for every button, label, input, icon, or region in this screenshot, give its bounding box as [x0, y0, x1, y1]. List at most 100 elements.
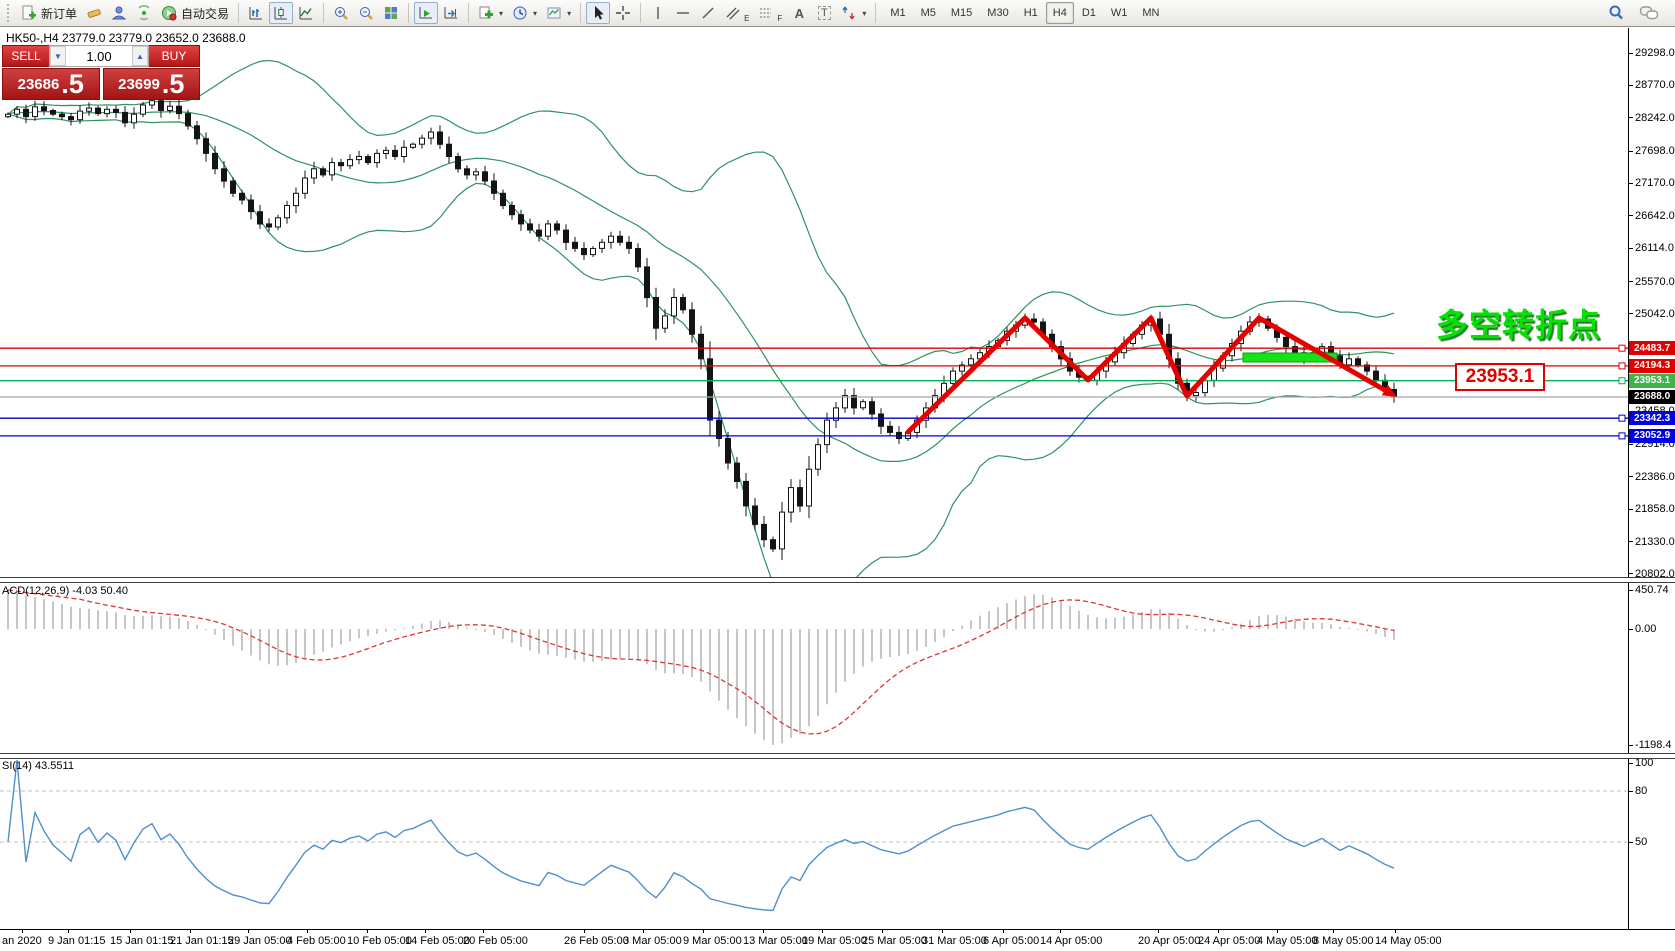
crosshair-button[interactable] — [611, 2, 635, 24]
buy-button[interactable]: BUY — [149, 45, 200, 67]
tick-mark — [1629, 476, 1633, 477]
signal-icon — [136, 5, 152, 21]
zoom-out-button[interactable] — [354, 2, 378, 24]
text-label-tool-label: T — [818, 6, 831, 20]
time-axis-label: 10 Feb 05:00 — [347, 935, 412, 947]
time-tick-mark — [22, 930, 23, 933]
time-tick-mark — [942, 930, 943, 933]
text-button[interactable]: A — [787, 2, 811, 24]
timeframe-M15[interactable]: M15 — [944, 2, 979, 24]
vertical-line-button[interactable] — [646, 2, 670, 24]
community-chat-button[interactable] — [1635, 2, 1663, 24]
templates-button[interactable]: ▾ — [542, 2, 575, 24]
equidistant-channel-button[interactable]: E — [721, 2, 753, 24]
tick-mark — [1629, 85, 1633, 86]
bar-chart-button[interactable] — [244, 2, 268, 24]
horizontal-line-button[interactable] — [671, 2, 695, 24]
auto-scroll-button[interactable] — [414, 2, 438, 24]
timeframe-M5[interactable]: M5 — [914, 2, 943, 24]
time-axis-label: 8 May 05:00 — [1313, 935, 1374, 947]
time-axis-label: 31 Mar 05:00 — [922, 935, 987, 947]
volume-value[interactable]: 1.00 — [66, 46, 132, 66]
price-level-badge: 23052.9 — [1629, 429, 1675, 443]
timeframe-D1[interactable]: D1 — [1075, 2, 1103, 24]
toolbar-grip[interactable] — [7, 4, 13, 22]
timeframe-H4[interactable]: H4 — [1046, 2, 1074, 24]
time-tick-mark — [1395, 930, 1396, 933]
arrows-button[interactable]: ▾ — [837, 2, 870, 24]
time-tick-mark — [1333, 930, 1334, 933]
line-chart-button[interactable] — [294, 2, 318, 24]
periods-button[interactable]: ▾ — [508, 2, 541, 24]
timeframe-W1[interactable]: W1 — [1104, 2, 1135, 24]
zoom-in-button[interactable] — [329, 2, 353, 24]
zoom-in-icon — [333, 5, 349, 21]
tick-mark — [1629, 791, 1633, 792]
signals-button[interactable] — [132, 2, 156, 24]
bar-chart-icon — [248, 5, 264, 21]
level-price-box[interactable]: 23953.1 — [1455, 363, 1545, 391]
time-axis[interactable]: an 20209 Jan 01:1515 Jan 01:1521 Jan 01:… — [0, 929, 1675, 951]
volume-decrease-button[interactable]: ▼ — [50, 46, 66, 66]
template-icon — [546, 5, 562, 21]
search-button[interactable] — [1603, 2, 1629, 24]
channel-icon — [725, 5, 740, 21]
macd-pane[interactable] — [0, 583, 1628, 752]
timeframe-MN[interactable]: MN — [1135, 2, 1166, 24]
time-axis-label: 20 Apr 05:00 — [1138, 935, 1200, 947]
timeframe-M1[interactable]: M1 — [883, 2, 912, 24]
tick-mark — [1629, 151, 1633, 152]
price-tick: 21858.0 — [1629, 503, 1675, 515]
profile-button[interactable] — [107, 2, 131, 24]
rsi-axis-tick: 50 — [1629, 836, 1647, 848]
tick-mark — [1629, 509, 1633, 510]
vertical-line-icon — [651, 5, 665, 21]
sell-price[interactable]: 23686 .5 — [2, 68, 100, 100]
auto-trading-button[interactable]: 自动交易 — [157, 2, 233, 24]
tile-windows-button[interactable] — [379, 2, 403, 24]
pane-splitter[interactable] — [0, 753, 1675, 759]
time-axis-label: 19 Mar 05:00 — [802, 935, 867, 947]
tick-mark — [1629, 745, 1633, 746]
new-order-icon — [21, 5, 37, 21]
time-tick-mark — [1003, 930, 1004, 933]
dropdown-caret: ▾ — [533, 9, 537, 18]
timeframe-group: M1M5M15M30H1H4D1W1MN — [883, 2, 1166, 24]
dropdown-caret: ▾ — [862, 9, 866, 18]
rsi-pane[interactable] — [0, 759, 1628, 928]
new-order-button[interactable]: 新订单 — [17, 2, 81, 24]
buy-price[interactable]: 23699 .5 — [103, 68, 201, 100]
fibonacci-button[interactable]: F — [754, 2, 786, 24]
tick-mark — [1629, 248, 1633, 249]
bull-bear-turning-point-annotation[interactable]: 多空转折点 — [1436, 300, 1601, 346]
sell-button[interactable]: SELL — [2, 45, 49, 67]
main-chart-pane[interactable] — [0, 28, 1628, 577]
price-axis[interactable]: 29298.028770.028242.027698.027170.026642… — [1628, 28, 1675, 929]
time-axis-label: 15 Jan 01:15 — [110, 935, 174, 947]
tick-mark — [1629, 590, 1633, 591]
toolbar-separator — [875, 3, 876, 23]
zoom-out-icon — [358, 5, 374, 21]
cursor-button[interactable] — [586, 2, 610, 24]
auto-trading-label: 自动交易 — [181, 5, 229, 22]
time-tick-mark — [643, 930, 644, 933]
time-axis-label: 20 Feb 05:00 — [463, 935, 528, 947]
tick-mark — [1629, 541, 1633, 542]
price-tick: 29298.0 — [1629, 47, 1675, 59]
text-label-button[interactable]: T — [812, 2, 836, 24]
chart-shift-button[interactable] — [439, 2, 463, 24]
time-tick-mark — [367, 930, 368, 933]
trendline-button[interactable] — [696, 2, 720, 24]
time-axis-label: 9 Mar 05:00 — [683, 935, 742, 947]
styler-button[interactable] — [82, 2, 106, 24]
horizontal-line-icon — [675, 5, 691, 21]
sell-price-pip: .5 — [61, 71, 84, 98]
indicators-button[interactable]: ▾ — [474, 2, 507, 24]
timeframe-M30[interactable]: M30 — [980, 2, 1015, 24]
pane-splitter[interactable] — [0, 577, 1675, 583]
candlestick-chart-button[interactable] — [269, 2, 293, 24]
volume-increase-button[interactable]: ▲ — [132, 46, 148, 66]
time-axis-label: 3 Mar 05:00 — [623, 935, 682, 947]
indicators-icon — [478, 5, 494, 21]
timeframe-H1[interactable]: H1 — [1017, 2, 1045, 24]
